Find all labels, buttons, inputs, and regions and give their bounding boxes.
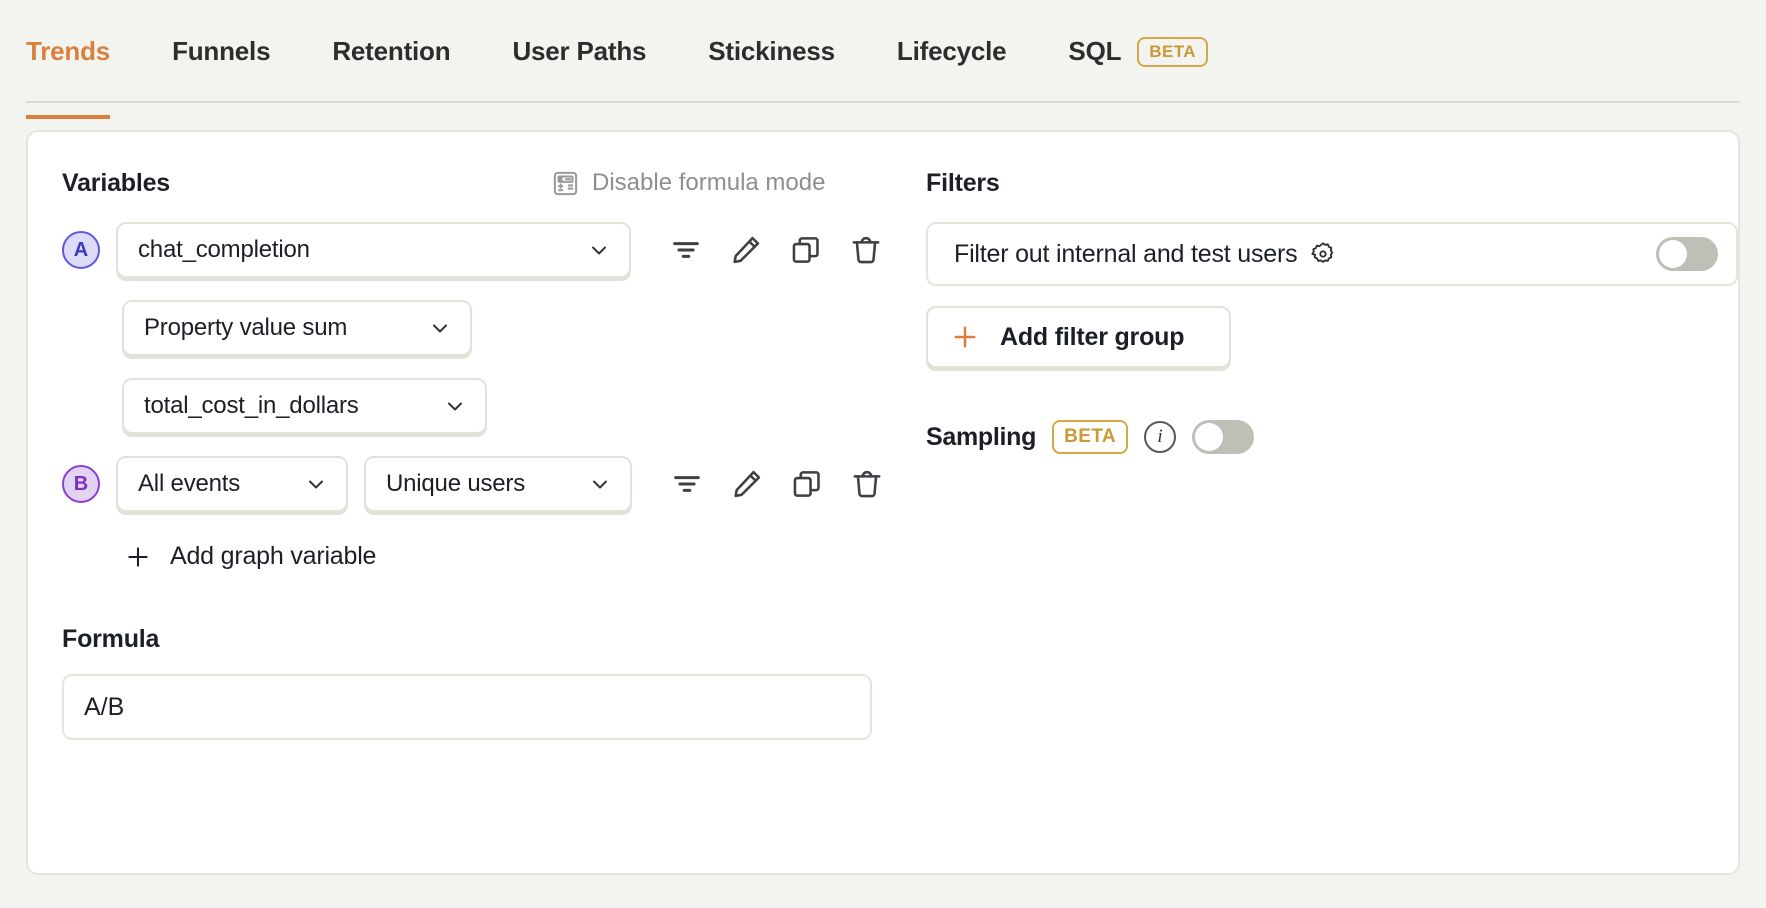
series-a-property-row: total_cost_in_dollars [122, 378, 908, 434]
disable-formula-mode-button[interactable]: Disable formula mode [551, 169, 825, 198]
formula-input[interactable] [62, 674, 872, 740]
plus-icon [124, 543, 152, 571]
tab-trends-label: Trends [26, 36, 111, 66]
sampling-row: Sampling BETA i [926, 420, 1738, 454]
series-a-event-select[interactable]: chat_completion [116, 222, 631, 278]
delete-icon[interactable] [847, 231, 885, 269]
add-filter-group-button[interactable]: Add filter group [926, 306, 1231, 368]
sampling-toggle[interactable] [1192, 420, 1255, 454]
series-b-math-select[interactable]: Unique users [364, 456, 632, 512]
filters-column: Filters Filter out internal and test use… [908, 166, 1738, 873]
tab-user-paths[interactable]: User Paths [512, 0, 646, 119]
tab-stickiness-label: Stickiness [708, 36, 835, 66]
duplicate-icon[interactable] [787, 231, 825, 269]
add-filter-group-label: Add filter group [1000, 322, 1185, 351]
tab-stickiness[interactable]: Stickiness [708, 0, 835, 119]
series-a-aggregation-select[interactable]: Property value sum [122, 300, 472, 356]
tab-retention[interactable]: Retention [332, 0, 450, 119]
chevron-down-icon [587, 238, 611, 262]
series-row-a: A chat_completion [62, 222, 908, 278]
variables-column: Variables Disable formula mode A chat_co… [28, 166, 908, 873]
chevron-down-icon [428, 316, 452, 340]
gear-icon[interactable] [1309, 240, 1337, 268]
disable-formula-mode-label: Disable formula mode [592, 169, 826, 196]
tab-funnels[interactable]: Funnels [172, 0, 270, 119]
sampling-beta-badge: BETA [1052, 420, 1129, 454]
series-a-aggregation-label: Property value sum [144, 314, 348, 341]
variables-title: Variables [62, 168, 171, 197]
add-graph-variable-button[interactable]: Add graph variable [124, 542, 376, 571]
filters-title: Filters [926, 168, 1000, 197]
series-row-b: B All events Unique users [62, 456, 908, 512]
edit-icon[interactable] [727, 231, 765, 269]
series-a-actions [667, 231, 885, 269]
chevron-down-icon [304, 472, 328, 496]
tab-lifecycle[interactable]: Lifecycle [897, 0, 1007, 119]
add-graph-variable-label: Add graph variable [170, 542, 377, 570]
series-a-event-label: chat_completion [138, 236, 310, 263]
tab-lifecycle-label: Lifecycle [896, 36, 1007, 66]
info-icon[interactable]: i [1144, 421, 1177, 453]
chevron-down-icon [443, 394, 467, 418]
variables-header: Variables Disable formula mode [62, 166, 908, 200]
sql-beta-badge: BETA [1137, 36, 1208, 67]
tab-funnels-label: Funnels [172, 36, 271, 66]
series-a-property-select[interactable]: total_cost_in_dollars [122, 378, 487, 434]
test-account-filter-toggle[interactable] [1656, 237, 1718, 271]
series-badge-b[interactable]: B [62, 465, 100, 503]
series-a-property-label: total_cost_in_dollars [144, 392, 359, 419]
chevron-down-icon [588, 472, 612, 496]
formula-title: Formula [62, 625, 160, 653]
edit-icon[interactable] [728, 465, 766, 503]
delete-icon[interactable] [848, 465, 886, 503]
test-account-filter-row: Filter out internal and test users [926, 222, 1738, 286]
duplicate-icon[interactable] [788, 465, 826, 503]
plus-icon [950, 322, 980, 352]
tab-trends[interactable]: Trends [26, 0, 110, 119]
tab-sql-label: SQL [1068, 36, 1122, 66]
tab-sql[interactable]: SQL BETA [1068, 0, 1208, 119]
tab-retention-label: Retention [332, 36, 451, 66]
sampling-label: Sampling [926, 422, 1037, 451]
series-b-math-label: Unique users [386, 470, 526, 497]
tab-user-paths-label: User Paths [512, 36, 647, 66]
test-account-filter-label: Filter out internal and test users [954, 239, 1298, 268]
series-a-aggregation-row: Property value sum [122, 300, 908, 356]
series-b-event-label: All events [138, 470, 241, 497]
calculator-icon [551, 169, 580, 198]
series-badge-a[interactable]: A [62, 231, 100, 269]
filter-icon[interactable] [668, 465, 706, 503]
insight-type-tabs: Trends Funnels Retention User Paths Stic… [0, 0, 1766, 119]
series-b-event-select[interactable]: All events [116, 456, 348, 512]
series-b-actions [668, 465, 886, 503]
insight-edit-card: Variables Disable formula mode A chat_co… [26, 130, 1740, 875]
filter-icon[interactable] [667, 231, 705, 269]
filters-header: Filters [926, 166, 1738, 200]
